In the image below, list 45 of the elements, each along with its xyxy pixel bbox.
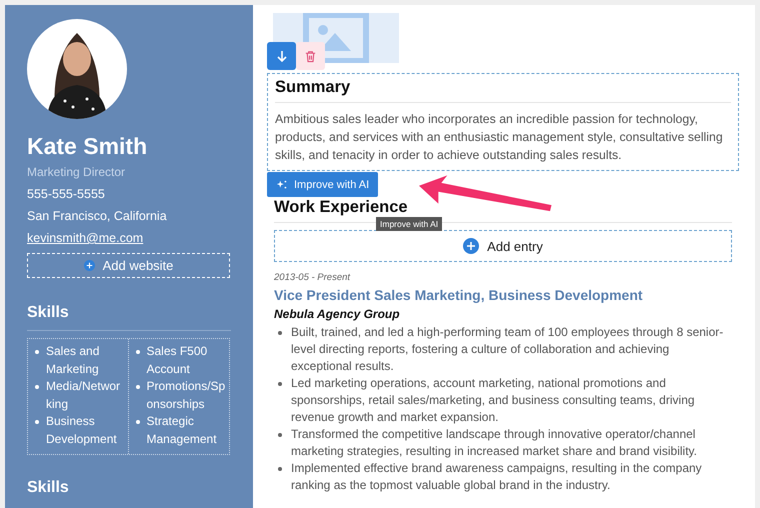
date-range: 2013-05 - Present xyxy=(274,272,352,283)
improve-with-ai-button[interactable]: Improve with AI xyxy=(267,172,378,197)
plus-icon xyxy=(84,260,95,271)
bullet-icon xyxy=(35,385,39,389)
move-down-button[interactable] xyxy=(267,42,296,70)
bullet-icon xyxy=(35,420,39,424)
bullet-icon xyxy=(278,331,282,335)
section-heading: Skills xyxy=(27,304,70,322)
bullet-icon xyxy=(278,382,282,386)
email-link[interactable]: kevinsmith@me.com xyxy=(27,231,144,245)
arrow-down-icon xyxy=(274,49,288,63)
job-title: Marketing Director xyxy=(27,165,126,179)
tooltip: Improve with AI xyxy=(376,217,442,231)
phone-number: 555-555-5555 xyxy=(27,187,106,201)
company-name: Nebula Agency Group xyxy=(274,307,401,321)
trash-icon xyxy=(304,50,317,62)
bullet-point: Led marketing operations, account marketing, national promotions and sponsorships, retail sales/marketing, and business consulting teams, driving revenue growth and market expansion. xyxy=(291,375,696,426)
bullet-icon xyxy=(278,433,282,437)
bullet-icon xyxy=(136,385,140,389)
bullet-point: Built, trained, and led a high-performing team of 100 employees through 8 senior-level directing reports, fostering a culture of collaboration and achieving exceptional results. xyxy=(291,324,724,375)
delete-button[interactable] xyxy=(296,42,325,70)
bullet-icon xyxy=(35,350,39,354)
section-heading: Summary xyxy=(275,78,352,97)
skill-item: Sales and Marketing xyxy=(46,343,100,378)
skill-item: Strategic Management xyxy=(146,413,218,448)
bullet-point: Implemented effective brand awareness campaigns, resulting in the company ranking as the topmost valuable global brand in the industry. xyxy=(291,460,703,494)
person-name: Kate Smith xyxy=(27,133,148,160)
bullet-point: Transformed the competitive landscape through innovative operator/channel marketing strategies, resulting in increased market share and brand visibility. xyxy=(291,426,698,460)
add-entry-button[interactable]: Add entry xyxy=(274,230,732,262)
skill-item: Media/Networking xyxy=(46,378,122,412)
add-website-button[interactable]: Add website xyxy=(27,253,230,278)
location: San Francisco, California xyxy=(27,209,168,223)
skill-item: Promotions/Sponsorships xyxy=(146,378,226,412)
section-heading: Work Experience xyxy=(274,198,409,217)
skill-item: Sales F500 Account xyxy=(146,343,208,378)
sparkle-icon xyxy=(276,178,288,190)
plus-icon xyxy=(463,238,480,254)
job-title: Vice President Sales Marketing, Business Development xyxy=(274,287,644,303)
bullet-icon xyxy=(278,467,282,471)
arrow-icon xyxy=(419,175,553,213)
bullet-icon xyxy=(136,350,140,354)
summary-text: Ambitious sales leader who incorporates an incredible passion for technology, products, and services with an enthusiastic management style, consultative selling skills, and tenacity in order to achieve outstanding sales results. xyxy=(275,111,724,164)
bullet-icon xyxy=(136,420,140,424)
section-heading: Skills xyxy=(27,479,70,497)
skill-item: Business Development xyxy=(46,413,118,448)
